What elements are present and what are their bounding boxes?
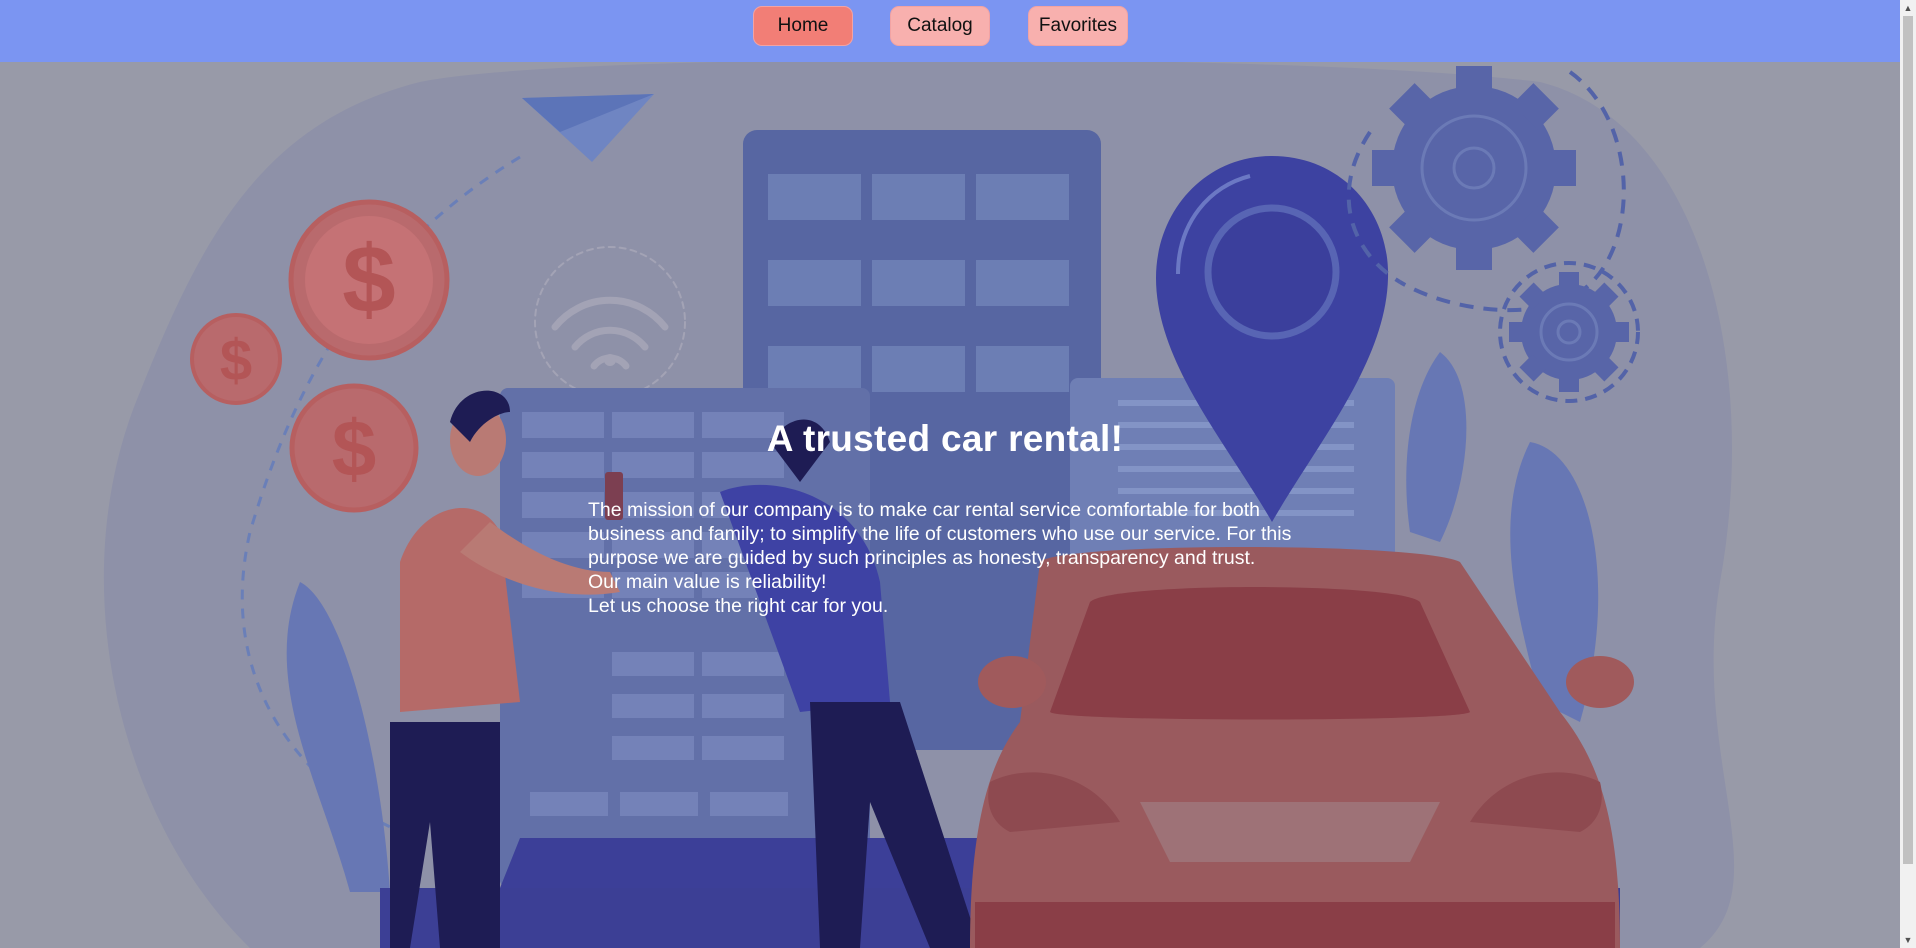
cta-paragraph: Let us choose the right car for you. — [588, 595, 889, 617]
scroll-thumb[interactable] — [1903, 16, 1913, 864]
scroll-down-arrow-icon[interactable]: ▼ — [1900, 932, 1916, 948]
nav-catalog-button[interactable]: Catalog — [890, 6, 990, 46]
hero-title: A trusted car rental! — [766, 418, 1124, 459]
scroll-up-arrow-icon[interactable]: ▲ — [1900, 0, 1916, 16]
mission-text: The mission of our company is to make ca… — [588, 498, 1318, 618]
nav-home-button[interactable]: Home — [753, 6, 853, 46]
svg-text:$: $ — [342, 226, 395, 333]
svg-text:$: $ — [220, 328, 252, 393]
gear-icon — [1509, 272, 1629, 392]
top-navbar: Home Catalog Favorites — [0, 0, 1900, 62]
dollar-coin-icon: $ — [190, 313, 282, 405]
vertical-scrollbar[interactable]: ▲ ▼ — [1900, 0, 1916, 948]
dollar-coin-icon: $ — [288, 199, 450, 361]
value-paragraph: Our main value is reliability! — [588, 571, 827, 593]
mission-paragraph: The mission of our company is to make ca… — [588, 499, 1292, 569]
gear-icon — [1372, 66, 1576, 270]
nav-favorites-button[interactable]: Favorites — [1028, 6, 1128, 46]
